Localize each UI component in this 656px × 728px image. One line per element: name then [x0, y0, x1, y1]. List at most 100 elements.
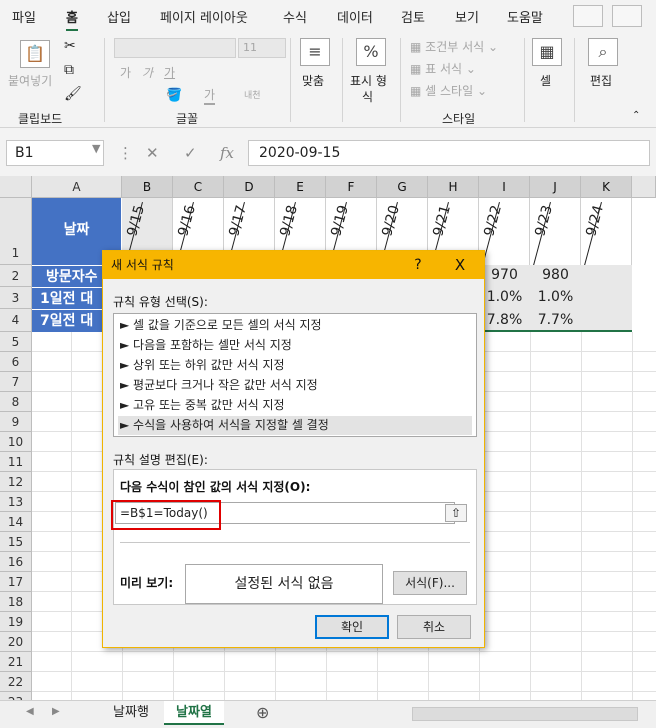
column-header[interactable]: A [32, 176, 122, 198]
data-cell[interactable]: 7.8% [479, 312, 530, 328]
row-header[interactable]: 19 [0, 612, 32, 632]
rule-type-item[interactable]: ► 셀 값을 기준으로 모든 셀의 서식 지정 [118, 316, 472, 335]
cancel-button[interactable]: 취소 [397, 615, 471, 639]
column-header[interactable]: H [428, 176, 479, 198]
confirm-entry-icon[interactable]: ✓ [184, 144, 197, 162]
column-header[interactable]: J [530, 176, 581, 198]
row-header[interactable]: 16 [0, 552, 32, 572]
font-name-combo[interactable] [114, 38, 236, 58]
row-header[interactable]: 18 [0, 592, 32, 612]
paste-icon[interactable]: 📋 [20, 40, 50, 68]
cells-icon[interactable]: ▦ [532, 38, 562, 66]
row-header[interactable]: 17 [0, 572, 32, 592]
ok-button[interactable]: 확인 [315, 615, 389, 639]
row-header[interactable]: 3 [0, 287, 32, 309]
fill-color-icon[interactable]: 🪣 [166, 88, 182, 103]
sheet-tab-date-column[interactable]: 날짜열 [164, 701, 224, 725]
cell-style-button[interactable]: ▦ 셀 스타일 ⌄ [410, 82, 487, 99]
tab-insert[interactable]: 삽입 [107, 7, 131, 26]
add-sheet-icon[interactable]: ⊕ [256, 703, 269, 722]
row-header[interactable]: 6 [0, 352, 32, 372]
comment-icon[interactable] [612, 5, 642, 27]
tab-page-layout[interactable]: 페이지 레이아웃 [160, 7, 248, 26]
alignment-icon[interactable]: ≡ [300, 38, 330, 66]
editing-button[interactable]: 편집 [590, 72, 612, 89]
horizontal-scrollbar[interactable] [412, 707, 638, 721]
select-all-corner[interactable] [0, 176, 32, 198]
rule-type-item[interactable]: ► 상위 또는 하위 값만 서식 지정 [118, 356, 472, 375]
copy-icon[interactable]: ⧉ [64, 62, 74, 78]
cancel-entry-icon[interactable]: ✕ [146, 144, 159, 162]
share-icon[interactable] [573, 5, 603, 27]
scroll-right-icon[interactable]: ▶ [52, 706, 60, 717]
tab-view[interactable]: 보기 [455, 7, 479, 26]
tab-formulas[interactable]: 수식 [283, 7, 307, 26]
row-header[interactable]: 23 [0, 692, 32, 700]
insert-function-button[interactable]: fx [220, 144, 234, 162]
italic-button[interactable]: 가 [142, 64, 153, 81]
font-size-combo[interactable]: 11 [238, 38, 286, 58]
tab-help[interactable]: 도움말 [507, 7, 543, 26]
column-header[interactable]: G [377, 176, 428, 198]
row-header[interactable]: 10 [0, 432, 32, 452]
name-box-dropdown-icon[interactable]: ▼ [92, 142, 100, 155]
column-header[interactable]: I [479, 176, 530, 198]
formula-rule-input[interactable]: =B$1=Today() [115, 502, 455, 524]
column-header[interactable]: D [224, 176, 275, 198]
row-header[interactable]: 5 [0, 332, 32, 352]
column-header[interactable]: C [173, 176, 224, 198]
format-button[interactable]: 서식(F)... [393, 571, 467, 595]
scroll-left-icon[interactable]: ◀ [26, 706, 34, 717]
tab-review[interactable]: 검토 [401, 7, 425, 26]
sheet-tab-date-row[interactable]: 날짜행 [100, 701, 162, 725]
row-header[interactable]: 22 [0, 672, 32, 692]
conditional-format-button[interactable]: ▦ 조건부 서식 ⌄ [410, 38, 498, 55]
row-header[interactable]: 1 [0, 198, 32, 265]
row-header[interactable]: 14 [0, 512, 32, 532]
font-color-button[interactable]: 가 [204, 86, 216, 105]
data-cell[interactable]: 970 [479, 267, 530, 283]
alignment-button[interactable]: 맞춤 [302, 72, 324, 89]
tab-file[interactable]: 파일 [12, 7, 36, 26]
phonetic-button[interactable]: 내천 [244, 88, 261, 101]
close-button[interactable]: X [447, 251, 473, 279]
data-cell[interactable]: 1.0% [530, 289, 581, 305]
row-header[interactable]: 2 [0, 265, 32, 287]
row-header[interactable]: 13 [0, 492, 32, 512]
format-as-table-button[interactable]: ▦ 표 서식 ⌄ [410, 60, 476, 77]
number-format-button[interactable]: 표시 형 [350, 72, 387, 89]
row-header[interactable]: 4 [0, 309, 32, 332]
column-header[interactable]: E [275, 176, 326, 198]
data-cell[interactable]: 980 [530, 267, 581, 283]
underline-button[interactable]: 가 [164, 64, 175, 81]
rule-type-item-selected[interactable]: ► 수식을 사용하여 서식을 지정할 셀 결정 [118, 416, 472, 435]
row-header[interactable]: 20 [0, 632, 32, 652]
column-header[interactable]: F [326, 176, 377, 198]
rule-type-item[interactable]: ► 고유 또는 중복 값만 서식 지정 [118, 396, 472, 415]
row-header[interactable]: 15 [0, 532, 32, 552]
bold-button[interactable]: 가 [120, 64, 131, 81]
date-cell[interactable]: 9/24 [581, 198, 632, 265]
column-header[interactable]: B [122, 176, 173, 198]
date-cell[interactable]: 9/22 [479, 198, 530, 265]
collapse-dialog-icon[interactable]: ⇧ [445, 504, 467, 522]
cells-button[interactable]: 셀 [540, 72, 551, 89]
data-cell[interactable]: 7.7% [530, 312, 581, 328]
formula-input[interactable]: 2020-09-15 [248, 140, 650, 166]
column-header[interactable]: K [581, 176, 632, 198]
row-header[interactable]: 12 [0, 472, 32, 492]
paste-button[interactable]: 붙여넣기 [8, 72, 52, 89]
row-header[interactable]: 7 [0, 372, 32, 392]
row-header[interactable]: 21 [0, 652, 32, 672]
cut-icon[interactable]: ✂ [64, 38, 76, 54]
collapse-ribbon-icon[interactable]: ⌃ [632, 110, 640, 121]
rule-type-item[interactable]: ► 평균보다 크거나 작은 값만 서식 지정 [118, 376, 472, 395]
rule-type-item[interactable]: ► 다음을 포함하는 셀만 서식 지정 [118, 336, 472, 355]
tab-home[interactable]: 홈 [66, 7, 78, 31]
date-cell[interactable]: 9/23 [530, 198, 581, 265]
help-button[interactable]: ? [405, 251, 431, 279]
tab-data[interactable]: 데이터 [337, 7, 373, 26]
format-painter-icon[interactable]: 🖌 [64, 86, 82, 102]
search-icon[interactable]: ⌕ [588, 38, 618, 66]
percent-icon[interactable]: % [356, 38, 386, 66]
